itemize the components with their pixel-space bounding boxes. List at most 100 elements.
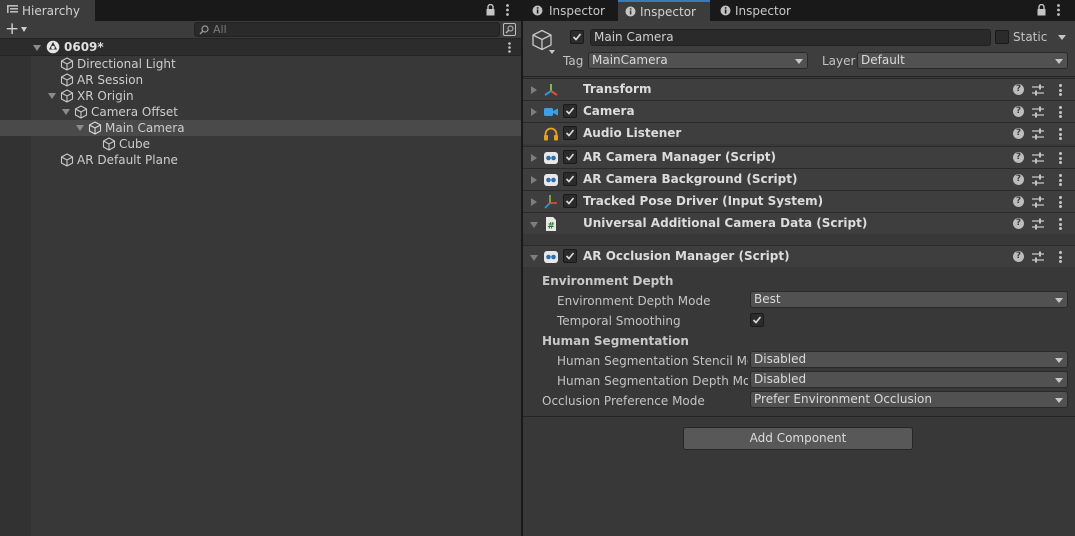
tree-item-main-camera[interactable]: Main Camera bbox=[88, 120, 185, 136]
context-menu-icon[interactable] bbox=[1059, 196, 1062, 208]
component-header-icons: ? bbox=[1013, 249, 1067, 265]
expand-icon[interactable] bbox=[531, 86, 537, 94]
unity-scene-icon bbox=[46, 40, 60, 54]
camera-offset-fold-icon[interactable] bbox=[62, 109, 70, 115]
component-ar-camera-background[interactable]: AR Camera Background (Script) ? bbox=[523, 168, 1075, 190]
more-options-icon[interactable] bbox=[1057, 4, 1060, 16]
active-checkbox[interactable] bbox=[570, 30, 584, 44]
add-button[interactable]: + bbox=[5, 21, 19, 38]
scene-more-icon[interactable] bbox=[508, 42, 511, 53]
presets-icon[interactable] bbox=[1032, 152, 1044, 164]
cube-icon bbox=[88, 121, 102, 135]
scene-row[interactable]: 0609* bbox=[0, 39, 521, 56]
hierarchy-panel: Hierarchy + All 0609* Directional Light … bbox=[0, 0, 521, 536]
presets-icon[interactable] bbox=[1032, 128, 1044, 140]
add-dropdown-icon[interactable] bbox=[21, 27, 27, 32]
transform-icon bbox=[543, 82, 559, 98]
enabled-checkbox[interactable] bbox=[563, 126, 577, 140]
cube-icon bbox=[74, 105, 88, 119]
gameobject-icon[interactable] bbox=[531, 29, 553, 51]
xr-origin-fold-icon[interactable] bbox=[48, 93, 56, 99]
static-dropdown-icon[interactable] bbox=[1058, 35, 1066, 40]
component-camera[interactable]: Camera ? bbox=[523, 100, 1075, 122]
component-universal-additional-camera-data[interactable]: # Universal Additional Camera Data (Scri… bbox=[523, 212, 1075, 234]
temporal-smoothing-checkbox[interactable] bbox=[750, 313, 764, 327]
temporal-smoothing-label: Temporal Smoothing bbox=[557, 314, 681, 328]
tab-hierarchy[interactable]: Hierarchy bbox=[0, 0, 95, 21]
presets-icon[interactable] bbox=[1032, 251, 1044, 263]
help-icon[interactable]: ? bbox=[1013, 196, 1024, 207]
component-title: Camera bbox=[583, 104, 635, 118]
tree-item-label: Directional Light bbox=[77, 57, 176, 71]
enabled-checkbox[interactable] bbox=[563, 172, 577, 186]
component-tracked-pose-driver[interactable]: Tracked Pose Driver (Input System) ? bbox=[523, 190, 1075, 212]
stencil-mode-dropdown[interactable]: Disabled bbox=[750, 351, 1068, 368]
lock-icon[interactable] bbox=[1037, 4, 1046, 16]
tree-item-label: Main Camera bbox=[105, 121, 185, 135]
context-menu-icon[interactable] bbox=[1059, 218, 1062, 230]
help-icon[interactable]: ? bbox=[1013, 174, 1024, 185]
context-menu-icon[interactable] bbox=[1059, 174, 1062, 186]
help-icon[interactable]: ? bbox=[1013, 251, 1024, 262]
context-menu-icon[interactable] bbox=[1059, 84, 1062, 96]
help-icon[interactable]: ? bbox=[1013, 218, 1024, 229]
tree-item-ar-session[interactable]: AR Session bbox=[60, 72, 143, 88]
tab-inspector-2[interactable]: Inspector bbox=[618, 0, 710, 21]
context-menu-icon[interactable] bbox=[1059, 128, 1062, 140]
more-options-icon[interactable] bbox=[506, 4, 509, 16]
lock-icon[interactable] bbox=[486, 4, 495, 16]
tab-inspector-1[interactable]: Inspector bbox=[523, 0, 618, 21]
tree-item-camera-offset[interactable]: Camera Offset bbox=[74, 104, 178, 120]
layer-dropdown[interactable]: Default bbox=[857, 52, 1068, 69]
presets-icon[interactable] bbox=[1032, 84, 1044, 96]
component-ar-camera-manager[interactable]: AR Camera Manager (Script) ? bbox=[523, 146, 1075, 168]
enabled-checkbox[interactable] bbox=[563, 104, 577, 118]
expand-icon[interactable] bbox=[531, 108, 537, 116]
tab-inspector-3[interactable]: Inspector bbox=[710, 0, 805, 21]
presets-icon[interactable] bbox=[1032, 218, 1044, 230]
search-input[interactable]: All bbox=[194, 22, 500, 37]
context-menu-icon[interactable] bbox=[1059, 152, 1062, 164]
depth-mode-dropdown[interactable]: Disabled bbox=[750, 371, 1068, 388]
help-icon[interactable]: ? bbox=[1013, 84, 1024, 95]
expand-icon[interactable] bbox=[531, 198, 537, 206]
tree-item-ar-default-plane[interactable]: AR Default Plane bbox=[60, 152, 178, 168]
list-icon bbox=[7, 5, 18, 15]
search-filter-icon[interactable] bbox=[503, 23, 516, 36]
presets-icon[interactable] bbox=[1032, 174, 1044, 186]
component-ar-occlusion-manager[interactable]: AR Occlusion Manager (Script) ? bbox=[523, 245, 1075, 267]
collapse-icon[interactable] bbox=[530, 222, 538, 228]
tree-item-cube[interactable]: Cube bbox=[102, 136, 150, 152]
component-transform[interactable]: Transform ? bbox=[523, 78, 1075, 100]
component-audio-listener[interactable]: Audio Listener ? bbox=[523, 122, 1075, 144]
tree-item-xr-origin[interactable]: XR Origin bbox=[60, 88, 134, 104]
tag-value: MainCamera bbox=[592, 53, 668, 67]
presets-icon[interactable] bbox=[1032, 196, 1044, 208]
help-icon[interactable]: ? bbox=[1013, 152, 1024, 163]
tab-hierarchy-label: Hierarchy bbox=[22, 3, 81, 18]
enabled-checkbox[interactable] bbox=[563, 249, 577, 263]
presets-icon[interactable] bbox=[1032, 106, 1044, 118]
scene-fold-icon[interactable] bbox=[33, 45, 41, 51]
enabled-checkbox[interactable] bbox=[563, 194, 577, 208]
human-segmentation-header: Human Segmentation bbox=[542, 334, 689, 348]
help-icon[interactable]: ? bbox=[1013, 106, 1024, 117]
context-menu-icon[interactable] bbox=[1059, 106, 1062, 118]
icon-dropdown-icon[interactable] bbox=[549, 50, 555, 54]
tree-item-directional-light[interactable]: Directional Light bbox=[60, 56, 176, 72]
main-camera-fold-icon[interactable] bbox=[76, 125, 84, 131]
tag-dropdown[interactable]: MainCamera bbox=[588, 52, 808, 69]
static-checkbox[interactable] bbox=[995, 30, 1009, 44]
expand-icon[interactable] bbox=[531, 154, 537, 162]
name-field[interactable]: Main Camera bbox=[590, 29, 991, 46]
help-icon[interactable]: ? bbox=[1013, 128, 1024, 139]
expand-icon[interactable] bbox=[531, 176, 537, 184]
add-component-button[interactable]: Add Component bbox=[683, 427, 913, 450]
cube-icon bbox=[60, 57, 74, 71]
env-depth-mode-dropdown[interactable]: Best bbox=[750, 291, 1068, 308]
context-menu-icon[interactable] bbox=[1059, 251, 1062, 263]
chevron-down-icon bbox=[1055, 398, 1063, 403]
collapse-icon[interactable] bbox=[530, 255, 538, 261]
occlusion-preference-dropdown[interactable]: Prefer Environment Occlusion bbox=[750, 391, 1068, 408]
enabled-checkbox[interactable] bbox=[563, 150, 577, 164]
